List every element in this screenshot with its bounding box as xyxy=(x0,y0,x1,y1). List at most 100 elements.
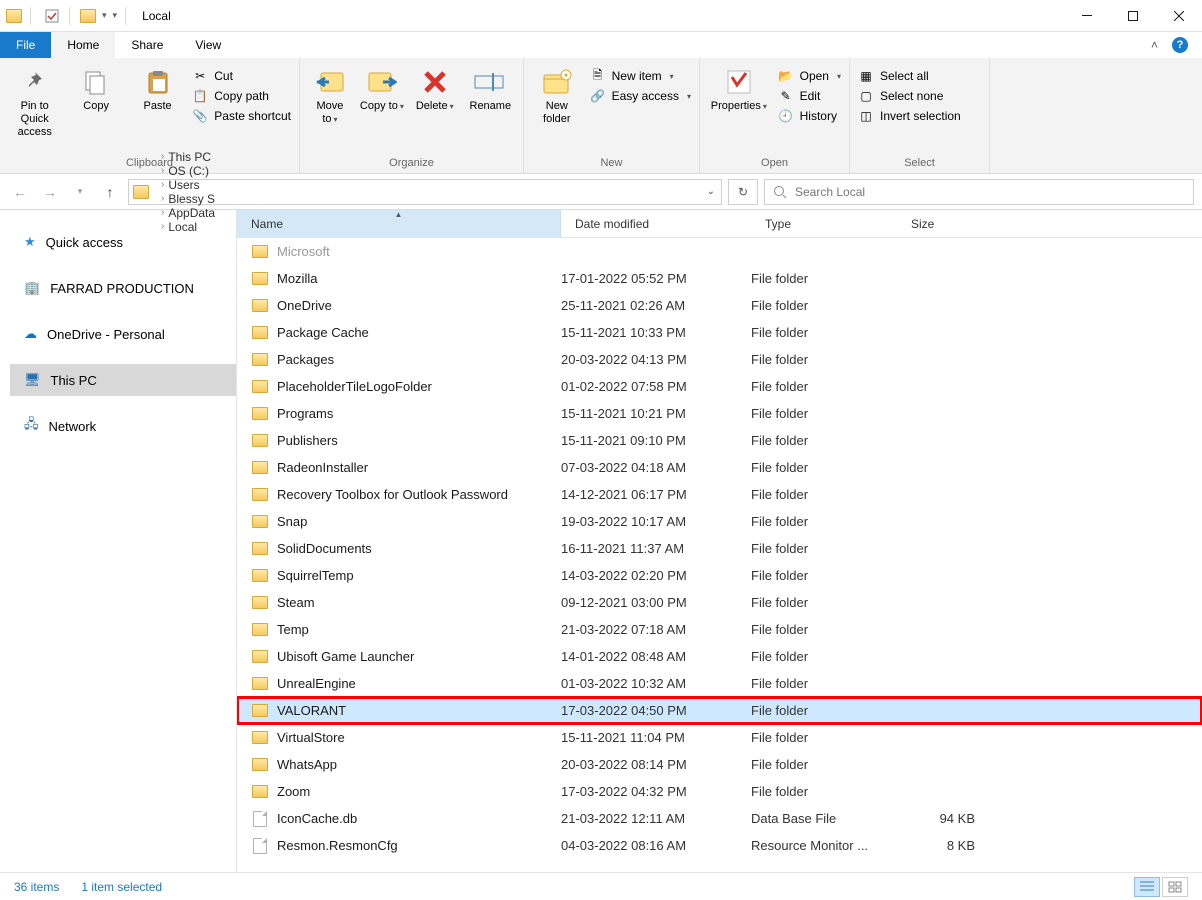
file-type: Data Base File xyxy=(751,811,897,826)
file-row[interactable]: SquirrelTemp14-03-2022 02:20 PMFile fold… xyxy=(237,562,1202,589)
group-new-label: New xyxy=(532,155,691,173)
file-row[interactable]: RadeonInstaller07-03-2022 04:18 AMFile f… xyxy=(237,454,1202,481)
nav-network[interactable]: 🖧Network xyxy=(10,410,236,442)
new-folder-button[interactable]: ✦ New folder xyxy=(532,62,582,126)
column-type[interactable]: Type xyxy=(751,217,897,231)
rename-button[interactable]: Rename xyxy=(466,62,515,113)
file-row[interactable]: Mozilla17-01-2022 05:52 PMFile folder xyxy=(237,265,1202,292)
folder-icon xyxy=(252,380,268,393)
file-row[interactable]: WhatsApp20-03-2022 08:14 PMFile folder xyxy=(237,751,1202,778)
nav-farrad[interactable]: 🏢FARRAD PRODUCTION xyxy=(10,272,236,304)
delete-button[interactable]: Delete▾ xyxy=(412,62,458,113)
file-name: Resmon.ResmonCfg xyxy=(271,838,561,853)
new-item-button[interactable]: 🗎New item▾ xyxy=(590,68,691,84)
file-row[interactable]: IconCache.db21-03-2022 12:11 AMData Base… xyxy=(237,805,1202,832)
file-row[interactable]: Packages20-03-2022 04:13 PMFile folder xyxy=(237,346,1202,373)
file-type: File folder xyxy=(751,595,897,610)
nav-forward-button[interactable]: → xyxy=(38,180,62,204)
file-type: File folder xyxy=(751,568,897,583)
nav-quick-access[interactable]: ★Quick access xyxy=(10,226,236,258)
nav-back-button[interactable]: ← xyxy=(8,180,32,204)
column-date[interactable]: Date modified xyxy=(561,217,751,231)
pin-quick-access-button[interactable]: Pin to Quick access xyxy=(8,62,61,139)
file-row[interactable]: Microsoft xyxy=(237,238,1202,265)
paste-button[interactable]: Paste xyxy=(131,62,184,113)
address-bar[interactable]: ›This PC›OS (C:)›Users›Blessy S›AppData›… xyxy=(128,179,722,205)
large-icons-view-button[interactable] xyxy=(1162,877,1188,897)
file-row[interactable]: Steam09-12-2021 03:00 PMFile folder xyxy=(237,589,1202,616)
tab-file[interactable]: File xyxy=(0,32,51,58)
window-title: Local xyxy=(142,9,171,23)
tab-share[interactable]: Share xyxy=(115,32,179,58)
file-row[interactable]: Publishers15-11-2021 09:10 PMFile folder xyxy=(237,427,1202,454)
group-organize-label: Organize xyxy=(308,155,515,173)
copy-button[interactable]: Copy xyxy=(69,62,122,113)
delete-icon xyxy=(419,66,451,98)
properties-button[interactable]: Properties▾ xyxy=(708,62,770,113)
easy-access-button[interactable]: 🔗Easy access▾ xyxy=(590,88,691,104)
file-type: File folder xyxy=(751,757,897,772)
address-dropdown[interactable]: ⌄ xyxy=(707,186,715,197)
file-date: 09-12-2021 03:00 PM xyxy=(561,595,751,610)
select-all-button[interactable]: ▦Select all xyxy=(858,68,961,84)
network-icon: 🖧 xyxy=(24,415,39,437)
open-button[interactable]: 📂Open▾ xyxy=(778,68,841,84)
move-to-button[interactable]: Move to▾ xyxy=(308,62,352,126)
file-row[interactable]: PlaceholderTileLogoFolder01-02-2022 07:5… xyxy=(237,373,1202,400)
file-type: Resource Monitor ... xyxy=(751,838,897,853)
file-row[interactable]: Resmon.ResmonCfg04-03-2022 08:16 AMResou… xyxy=(237,832,1202,859)
nav-this-pc[interactable]: 🖥This PC xyxy=(10,364,236,396)
file-row[interactable]: VALORANT17-03-2022 04:50 PMFile folder xyxy=(237,697,1202,724)
file-type: File folder xyxy=(751,271,897,286)
file-date: 14-01-2022 08:48 AM xyxy=(561,649,751,664)
column-name[interactable]: ▲Name xyxy=(237,210,561,237)
file-name: Snap xyxy=(271,514,561,529)
breadcrumb-item[interactable]: ›Blessy S xyxy=(155,192,217,206)
history-button[interactable]: 🕘History xyxy=(778,108,841,124)
help-icon[interactable]: ? xyxy=(1172,37,1188,53)
select-all-icon: ▦ xyxy=(858,68,874,84)
maximize-button[interactable] xyxy=(1110,0,1156,32)
minimize-button[interactable] xyxy=(1064,0,1110,32)
qat-folder-icon[interactable] xyxy=(80,9,96,23)
close-button[interactable] xyxy=(1156,0,1202,32)
folder-icon xyxy=(252,758,268,771)
file-row[interactable]: Temp21-03-2022 07:18 AMFile folder xyxy=(237,616,1202,643)
tab-view[interactable]: View xyxy=(179,32,237,58)
details-view-button[interactable] xyxy=(1134,877,1160,897)
file-date: 04-03-2022 08:16 AM xyxy=(561,838,751,853)
refresh-button[interactable]: ↻ xyxy=(728,179,758,205)
file-row[interactable]: Programs15-11-2021 10:21 PMFile folder xyxy=(237,400,1202,427)
file-row[interactable]: Snap19-03-2022 10:17 AMFile folder xyxy=(237,508,1202,535)
breadcrumb-item[interactable]: ›This PC xyxy=(155,150,217,164)
select-none-button[interactable]: ▢Select none xyxy=(858,88,961,104)
nav-history-dropdown[interactable]: ▾ xyxy=(68,180,92,204)
cut-button[interactable]: ✂Cut xyxy=(192,68,291,84)
file-row[interactable]: Package Cache15-11-2021 10:33 PMFile fol… xyxy=(237,319,1202,346)
status-item-count: 36 items xyxy=(14,880,59,894)
nav-onedrive[interactable]: ☁OneDrive - Personal xyxy=(10,318,236,350)
paste-shortcut-button[interactable]: 📎Paste shortcut xyxy=(192,108,291,124)
search-box[interactable]: Search Local xyxy=(764,179,1194,205)
file-row[interactable]: Zoom17-03-2022 04:32 PMFile folder xyxy=(237,778,1202,805)
column-size[interactable]: Size xyxy=(897,217,997,231)
file-row[interactable]: VirtualStore15-11-2021 11:04 PMFile fold… xyxy=(237,724,1202,751)
pin-icon xyxy=(19,66,51,98)
file-row[interactable]: UnrealEngine01-03-2022 10:32 AMFile fold… xyxy=(237,670,1202,697)
nav-up-button[interactable]: ↑ xyxy=(98,180,122,204)
copy-to-button[interactable]: Copy to▾ xyxy=(360,62,404,113)
edit-button[interactable]: ✎Edit xyxy=(778,88,841,104)
file-row[interactable]: SolidDocuments16-11-2021 11:37 AMFile fo… xyxy=(237,535,1202,562)
qat-dropdown[interactable]: ▾ xyxy=(102,10,107,21)
breadcrumb-item[interactable]: ›Users xyxy=(155,178,217,192)
tab-home[interactable]: Home xyxy=(51,32,115,58)
qat-checkbox[interactable] xyxy=(45,9,59,23)
file-row[interactable]: Recovery Toolbox for Outlook Password14-… xyxy=(237,481,1202,508)
invert-selection-button[interactable]: ◫Invert selection xyxy=(858,108,961,124)
copy-path-button[interactable]: 📋Copy path xyxy=(192,88,291,104)
file-row[interactable]: Ubisoft Game Launcher14-01-2022 08:48 AM… xyxy=(237,643,1202,670)
breadcrumb-item[interactable]: ›OS (C:) xyxy=(155,164,217,178)
file-row[interactable]: OneDrive25-11-2021 02:26 AMFile folder xyxy=(237,292,1202,319)
file-type: File folder xyxy=(751,622,897,637)
ribbon-collapse-icon[interactable]: ˄ xyxy=(1151,38,1158,52)
